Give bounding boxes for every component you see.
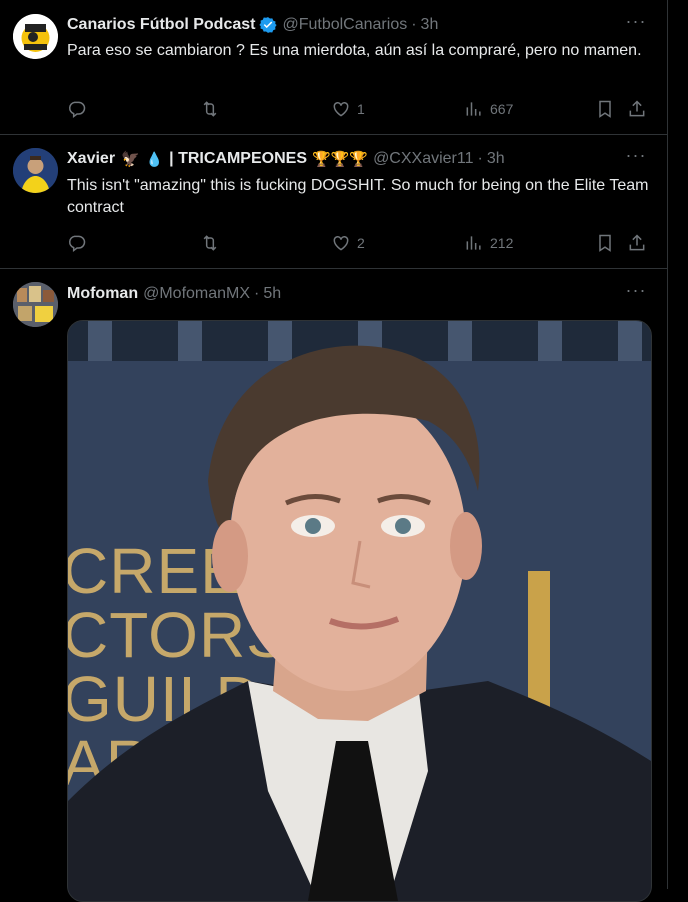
tweet-actions: 2 212 (67, 231, 657, 255)
tweet-text: Para eso se cambiaron ? Es una mierdota,… (67, 42, 642, 59)
tweet-image[interactable]: CREE CTORS GUILD ARD (67, 320, 652, 902)
user-handle[interactable]: @MofomanMX (143, 285, 250, 303)
retweet-icon (203, 235, 217, 251)
view-count: 667 (490, 101, 514, 117)
bookmark-icon (599, 100, 611, 118)
reply-icon (69, 235, 86, 252)
tweet-header: Mofoman @MofomanMX · 5h (67, 285, 282, 303)
eagle-icon: 🦅 (121, 151, 140, 168)
retweet-button[interactable] (200, 231, 226, 255)
heart-icon (333, 101, 349, 117)
share-icon (629, 234, 645, 251)
share-icon (629, 100, 645, 117)
heart-icon (333, 235, 349, 251)
reply-button[interactable] (67, 231, 93, 255)
avatar[interactable] (13, 148, 58, 193)
views-icon (466, 236, 481, 250)
bookmark-icon (599, 234, 611, 252)
view-count: 212 (490, 235, 514, 251)
user-handle[interactable]: @FutbolCanarios (282, 16, 407, 34)
more-icon[interactable]: ··· (625, 146, 647, 170)
share-button[interactable] (627, 97, 647, 121)
tweet-header: Xavier 🦅 💧 | TRICAMPEONES 🏆 🏆 🏆 @CXXavie… (67, 150, 505, 168)
bookmark-button[interactable] (595, 97, 615, 121)
timestamp[interactable]: 5h (263, 285, 281, 303)
retweet-button[interactable] (200, 97, 226, 121)
tweet-xavier[interactable]: Xavier 🦅 💧 | TRICAMPEONES 🏆 🏆 🏆 @CXXavie… (0, 135, 667, 269)
reply-button[interactable] (67, 97, 93, 121)
bookmark-button[interactable] (595, 231, 615, 255)
photo-man-in-suit: CREE CTORS GUILD ARD (68, 321, 651, 901)
tweet-text: This isn't "amazing" this is fucking DOG… (67, 177, 649, 216)
timestamp[interactable]: 3h (421, 16, 439, 34)
timeline-border (667, 0, 668, 889)
tweet-header: Canarios Fútbol Podcast @FutbolCanarios … (67, 16, 439, 34)
timestamp[interactable]: 3h (487, 150, 505, 168)
like-count: 2 (357, 235, 365, 251)
user-name[interactable]: Mofoman (67, 285, 138, 303)
like-count: 1 (357, 101, 365, 117)
views-icon (466, 102, 481, 116)
trophy-icon: 🏆 (312, 151, 331, 168)
user-name[interactable]: Xavier (67, 150, 115, 168)
tweet-canarios[interactable]: Canarios Fútbol Podcast @FutbolCanarios … (0, 0, 667, 135)
more-icon[interactable]: ··· (625, 281, 647, 305)
verified-badge-icon (259, 16, 278, 34)
trophy-icon: 🏆 (349, 151, 369, 168)
views-button[interactable]: 212 (464, 231, 513, 255)
avatar[interactable] (13, 282, 58, 327)
avatar[interactable] (13, 14, 58, 59)
reply-icon (69, 101, 86, 118)
views-button[interactable]: 667 (464, 97, 513, 121)
blood-drop-icon: 💧 (145, 150, 164, 167)
more-icon[interactable]: ··· (625, 12, 647, 36)
share-button[interactable] (627, 231, 647, 255)
tweet-actions: 1 667 (67, 97, 657, 121)
retweet-icon (203, 101, 217, 117)
user-handle[interactable]: @CXXavier11 (373, 150, 473, 168)
user-name-suffix[interactable]: | TRICAMPEONES (169, 150, 307, 168)
like-button[interactable]: 2 (331, 231, 365, 255)
like-button[interactable]: 1 (331, 97, 365, 121)
user-name[interactable]: Canarios Fútbol Podcast (67, 16, 255, 34)
trophy-icon: 🏆 (330, 151, 350, 168)
